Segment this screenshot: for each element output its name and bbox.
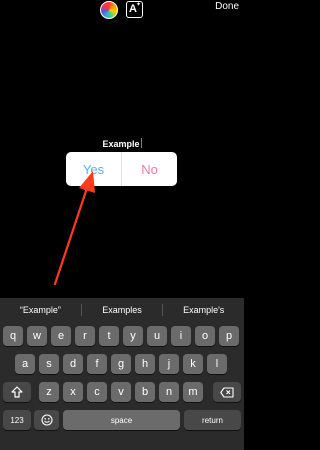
emoji-icon	[40, 414, 53, 426]
key-f[interactable]: f	[87, 354, 107, 374]
suggestion-item[interactable]: Examples	[82, 305, 163, 315]
color-wheel-icon[interactable]	[100, 1, 118, 19]
key-j[interactable]: j	[159, 354, 179, 374]
keyboard: “Example” Examples Example's q w e r t y…	[0, 298, 244, 450]
key-v[interactable]: v	[111, 382, 131, 402]
shift-key[interactable]	[3, 382, 31, 402]
done-button[interactable]: Done	[215, 1, 239, 13]
suggestion-item[interactable]: “Example”	[0, 305, 81, 315]
key-t[interactable]: t	[99, 326, 119, 346]
key-m[interactable]: m	[183, 382, 203, 402]
key-o[interactable]: o	[195, 326, 215, 346]
suggestion-bar: “Example” Examples Example's	[0, 298, 244, 322]
key-c[interactable]: c	[87, 382, 107, 402]
text-style-icon[interactable]: A ✦	[126, 1, 143, 18]
text-cursor	[140, 138, 142, 148]
key-a[interactable]: a	[15, 354, 35, 374]
poll-sticker[interactable]: Yes No	[66, 152, 177, 186]
return-key[interactable]: return	[184, 410, 241, 430]
backspace-key[interactable]	[213, 382, 241, 402]
space-key[interactable]: space	[63, 410, 180, 430]
key-k[interactable]: k	[183, 354, 203, 374]
poll-question-text[interactable]: Example	[102, 139, 139, 149]
key-y[interactable]: y	[123, 326, 143, 346]
key-g[interactable]: g	[111, 354, 131, 374]
key-q[interactable]: q	[3, 326, 23, 346]
poll-option-yes[interactable]: Yes	[66, 152, 122, 186]
sparkle-icon: ✦	[135, 2, 141, 8]
key-h[interactable]: h	[135, 354, 155, 374]
emoji-key[interactable]	[34, 410, 59, 430]
key-i[interactable]: i	[171, 326, 191, 346]
key-l[interactable]: l	[207, 354, 227, 374]
backspace-icon	[220, 386, 234, 398]
key-b[interactable]: b	[135, 382, 155, 402]
poll-option-no[interactable]: No	[122, 152, 177, 186]
key-d[interactable]: d	[63, 354, 83, 374]
key-w[interactable]: w	[27, 326, 47, 346]
key-n[interactable]: n	[159, 382, 179, 402]
key-e[interactable]: e	[51, 326, 71, 346]
key-r[interactable]: r	[75, 326, 95, 346]
top-toolbar: A ✦ Done	[0, 0, 244, 24]
numbers-key[interactable]: 123	[3, 410, 31, 430]
suggestion-item[interactable]: Example's	[163, 305, 244, 315]
key-z[interactable]: z	[39, 382, 59, 402]
key-u[interactable]: u	[147, 326, 167, 346]
poll-question-row: Example	[0, 134, 244, 152]
key-s[interactable]: s	[39, 354, 59, 374]
home-indicator-area	[0, 442, 244, 450]
key-x[interactable]: x	[63, 382, 83, 402]
key-p[interactable]: p	[219, 326, 239, 346]
shift-icon	[11, 386, 23, 398]
